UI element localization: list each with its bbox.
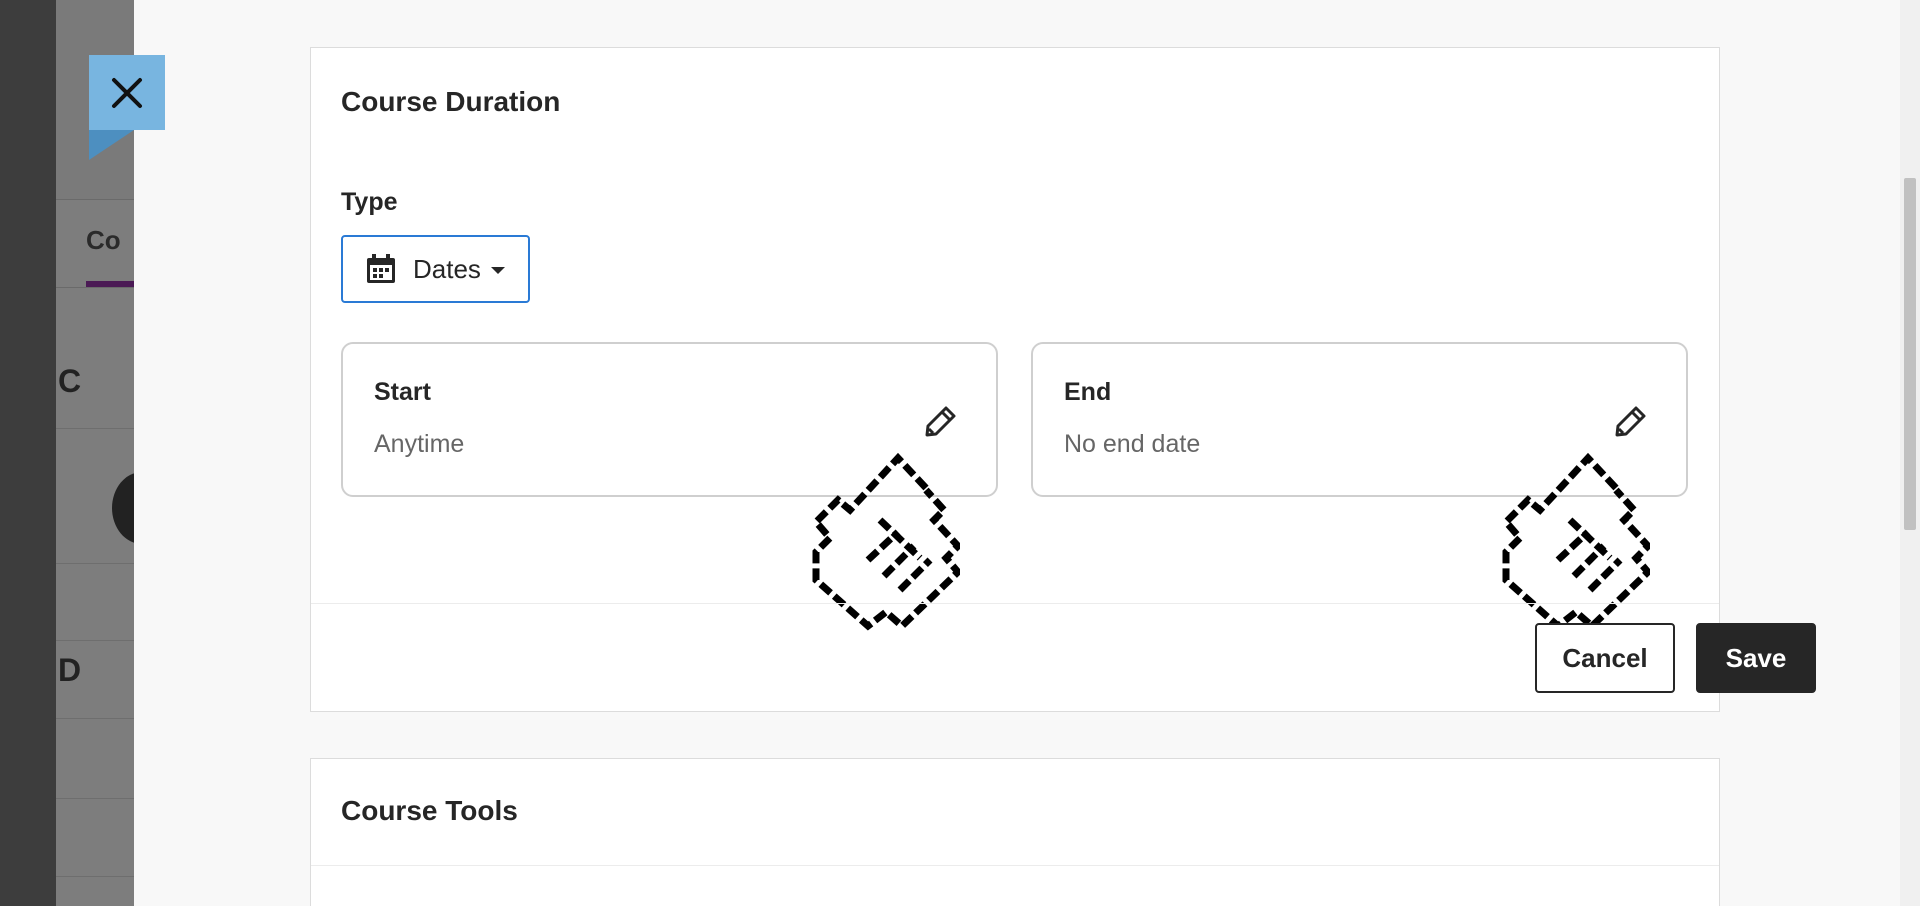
end-date-value: No end date	[1064, 430, 1201, 458]
pointer-hand-cursor-icon	[1501, 452, 1650, 631]
duration-type-dropdown[interactable]: Dates	[341, 235, 530, 303]
course-tools-card: Course Tools	[310, 758, 1720, 906]
save-button[interactable]: Save	[1696, 623, 1816, 693]
course-settings-panel: Course Duration Type Dates Start Anytime	[134, 0, 1900, 906]
duration-type-value: Dates	[413, 253, 481, 284]
course-duration-title: Course Duration	[341, 86, 561, 117]
end-date-field[interactable]: End No end date	[1031, 342, 1688, 631]
background-divider	[56, 428, 136, 429]
course-duration-card: Course Duration Type Dates Start Anytime	[310, 47, 1816, 712]
background-divider	[56, 287, 136, 288]
scrollbar-thumb[interactable]	[1904, 178, 1916, 530]
pointer-hand-cursor-icon	[811, 452, 960, 631]
background-section-letter: C	[58, 363, 82, 399]
background-divider	[56, 563, 136, 564]
background-divider	[56, 798, 136, 799]
panel-scrollbar[interactable]	[1900, 0, 1920, 906]
caret-down-icon	[490, 267, 505, 274]
start-date-field[interactable]: Start Anytime	[341, 342, 998, 631]
background-tab: Co	[86, 225, 121, 255]
pencil-icon[interactable]	[1614, 404, 1648, 438]
background-section-letter: D	[58, 652, 82, 688]
calendar-icon	[367, 254, 395, 283]
background-sidebar	[0, 0, 56, 906]
card-footer-divider	[311, 603, 1719, 604]
close-button-tail	[89, 130, 134, 160]
end-date-label: End	[1064, 378, 1112, 406]
card-divider	[311, 865, 1719, 866]
start-date-value: Anytime	[374, 430, 465, 458]
course-tools-title: Course Tools	[341, 795, 518, 826]
type-label: Type	[341, 188, 398, 216]
close-icon	[112, 77, 142, 108]
start-date-label: Start	[374, 378, 431, 406]
background-divider	[56, 876, 136, 877]
cancel-button[interactable]: Cancel	[1535, 623, 1675, 693]
close-panel-button[interactable]	[89, 55, 165, 130]
background-divider	[56, 640, 136, 641]
background-divider	[56, 718, 136, 719]
pencil-icon[interactable]	[924, 404, 958, 438]
